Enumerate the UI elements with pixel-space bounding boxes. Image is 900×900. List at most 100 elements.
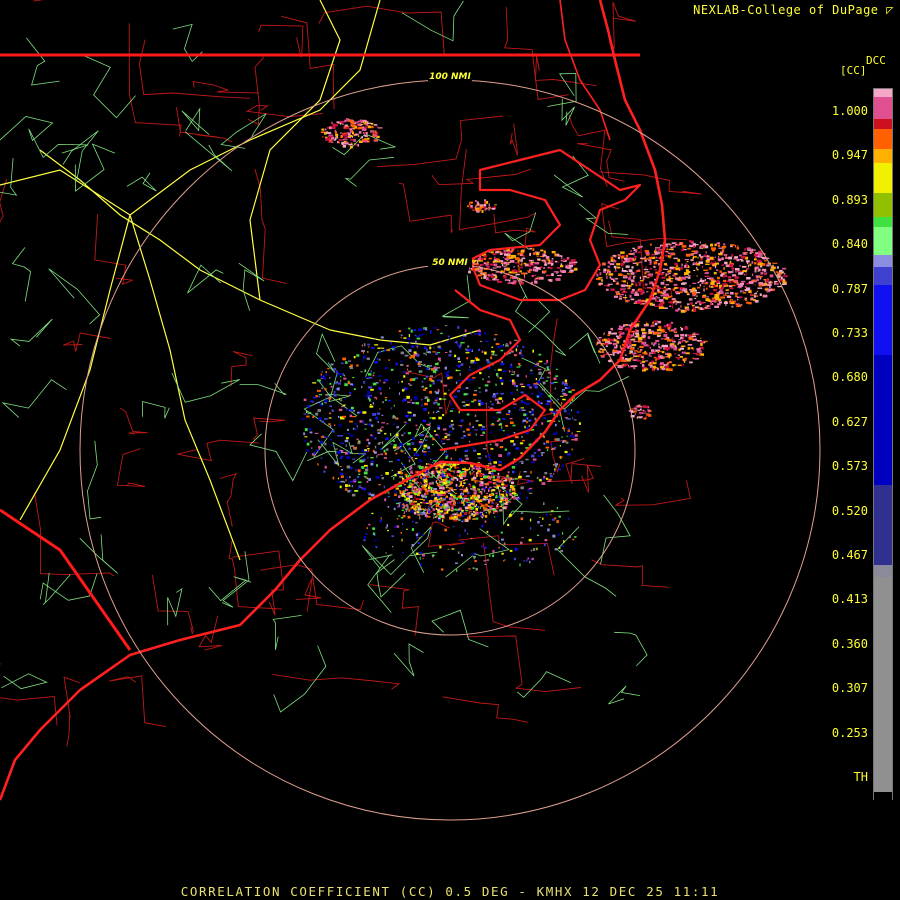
echo-pixel bbox=[608, 272, 610, 274]
echo-pixel bbox=[483, 489, 486, 493]
echo-pixel bbox=[410, 329, 413, 333]
echo-pixel bbox=[523, 471, 527, 473]
echo-pixel bbox=[484, 384, 489, 387]
echo-pixel bbox=[571, 439, 575, 441]
color-band bbox=[874, 255, 892, 267]
echo-pixel bbox=[419, 556, 421, 560]
echo-pixel bbox=[691, 304, 695, 307]
echo-pixel bbox=[328, 423, 331, 426]
echo-pixel bbox=[511, 445, 513, 447]
echo-pixel bbox=[448, 425, 453, 428]
echo-pixel bbox=[373, 338, 376, 340]
echo-pixel bbox=[457, 495, 460, 499]
echo-pixel bbox=[364, 423, 368, 426]
echo-pixel bbox=[755, 275, 757, 279]
echo-pixel bbox=[337, 435, 341, 437]
echo-pixel bbox=[574, 267, 578, 271]
echo-pixel bbox=[494, 275, 498, 279]
echo-pixel bbox=[725, 292, 729, 294]
echo-pixel bbox=[664, 307, 668, 309]
echo-pixel bbox=[558, 547, 561, 549]
echo-pixel bbox=[480, 483, 484, 487]
echo-pixel bbox=[699, 341, 704, 343]
echo-pixel bbox=[511, 466, 516, 469]
echo-pixel bbox=[656, 251, 660, 255]
echo-pixel bbox=[668, 248, 674, 251]
echo-pixel bbox=[507, 484, 510, 487]
echo-pixel bbox=[492, 253, 497, 256]
echo-pixel bbox=[353, 134, 356, 137]
echo-pixel bbox=[499, 379, 504, 382]
echo-pixel bbox=[482, 507, 487, 510]
echo-pixel bbox=[450, 420, 454, 422]
echo-pixel bbox=[731, 267, 735, 270]
echo-pixel bbox=[552, 432, 556, 435]
echo-pixel bbox=[660, 366, 665, 369]
echo-pixel bbox=[464, 499, 469, 502]
echo-pixel bbox=[679, 356, 683, 358]
echo-pixel bbox=[353, 447, 356, 450]
echo-pixel bbox=[418, 508, 422, 511]
echo-pixel bbox=[545, 513, 548, 517]
echo-pixel bbox=[653, 292, 657, 295]
echo-pixel bbox=[418, 532, 420, 535]
echo-pixel bbox=[635, 258, 636, 261]
echo-pixel bbox=[697, 281, 700, 284]
echo-pixel bbox=[622, 291, 628, 293]
echo-pixel bbox=[303, 398, 307, 401]
echo-pixel bbox=[609, 263, 615, 266]
echo-pixel bbox=[440, 332, 443, 335]
echo-pixel bbox=[655, 259, 659, 262]
echo-pixel bbox=[471, 377, 476, 379]
echo-pixel bbox=[777, 285, 782, 288]
echo-pixel bbox=[392, 545, 394, 548]
echo-pixel bbox=[518, 263, 520, 265]
echo-pixel bbox=[454, 508, 457, 511]
echo-pixel bbox=[625, 254, 629, 258]
echo-pixel bbox=[330, 424, 332, 428]
echo-pixel bbox=[542, 381, 546, 385]
echo-pixel bbox=[643, 410, 646, 413]
echo-pixel bbox=[393, 476, 395, 480]
echo-pixel bbox=[422, 419, 426, 423]
echo-pixel bbox=[459, 501, 461, 504]
echo-pixel bbox=[695, 244, 699, 246]
echo-pixel bbox=[481, 350, 484, 353]
echo-pixel bbox=[622, 324, 626, 327]
echo-pixel bbox=[334, 448, 338, 450]
echo-pixel bbox=[549, 473, 552, 475]
echo-pixel bbox=[350, 124, 352, 126]
echo-pixel bbox=[495, 492, 498, 495]
echo-pixel bbox=[429, 530, 432, 533]
echo-pixel bbox=[504, 506, 508, 508]
echo-pixel bbox=[545, 442, 547, 445]
echo-pixel bbox=[677, 357, 680, 360]
echo-pixel bbox=[490, 424, 495, 426]
echo-pixel bbox=[512, 382, 516, 385]
echo-pixel bbox=[511, 492, 516, 495]
echo-pixel bbox=[700, 245, 703, 247]
echo-pixel bbox=[513, 407, 516, 409]
echo-pixel bbox=[738, 272, 743, 275]
echo-pixel bbox=[520, 282, 524, 285]
echo-pixel bbox=[703, 285, 705, 288]
echo-pixel bbox=[361, 420, 364, 423]
echo-pixel bbox=[534, 365, 537, 367]
echo-pixel bbox=[350, 434, 354, 437]
echo-pixel bbox=[546, 449, 549, 451]
echo-pixel bbox=[491, 489, 494, 492]
echo-pixel bbox=[419, 551, 422, 555]
echo-pixel bbox=[422, 448, 426, 450]
echo-pixel bbox=[631, 410, 633, 413]
echo-pixel bbox=[549, 408, 554, 411]
echo-pixel bbox=[656, 285, 659, 288]
echo-pixel bbox=[449, 402, 452, 406]
echo-pixel bbox=[398, 392, 400, 395]
echo-pixel bbox=[620, 294, 624, 296]
echo-pixel bbox=[374, 344, 379, 346]
echo-pixel bbox=[364, 449, 367, 452]
echo-pixel bbox=[633, 350, 638, 352]
echo-pixel bbox=[347, 132, 351, 136]
echo-pixel bbox=[712, 285, 716, 288]
echo-pixel bbox=[729, 287, 734, 290]
